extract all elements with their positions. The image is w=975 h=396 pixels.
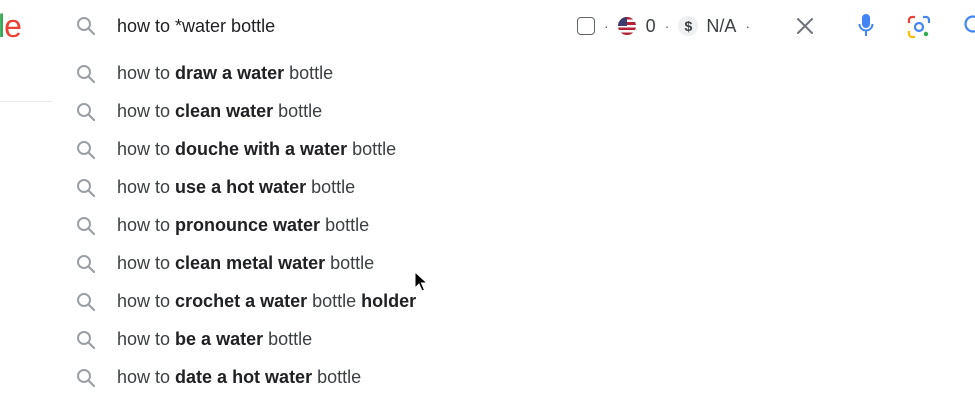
search-volume-count: 0: [645, 15, 656, 36]
search-icon: [76, 178, 96, 198]
suggestion-item[interactable]: how to be a water bottle: [52, 320, 975, 358]
logo-letter-e: e: [4, 8, 22, 44]
search-icon: [76, 292, 96, 312]
suggestion-item[interactable]: how to date a hot water bottle: [52, 358, 975, 396]
suggestion-item[interactable]: how to clean water bottle: [52, 92, 975, 130]
separator-dot: ·: [664, 18, 670, 34]
suggestion-text: how to clean water bottle: [117, 101, 323, 121]
suggestion-text: how to douche with a water bottle: [117, 139, 397, 159]
search-icon: [76, 140, 96, 160]
suggestion-text: how to use a hot water bottle: [117, 177, 356, 197]
checkbox-icon[interactable]: [577, 17, 595, 35]
suggestion-text: how to clean metal water bottle: [117, 253, 375, 273]
search-icon: [76, 216, 96, 236]
suggestion-item[interactable]: how to douche with a water bottle: [52, 130, 975, 168]
us-flag-icon[interactable]: [617, 17, 636, 35]
suggestion-text: how to date a hot water bottle: [117, 367, 362, 387]
search-input[interactable]: how to *water bottle: [117, 14, 275, 38]
suggestion-item[interactable]: how to clean metal water bottle: [52, 244, 975, 282]
clear-icon[interactable]: [796, 17, 814, 35]
suggestion-text: how to pronounce water bottle: [117, 215, 370, 235]
mouse-cursor-icon: [414, 270, 429, 298]
separator-dot: ·: [604, 18, 609, 34]
seo-extension-bar: · 0 · $ N/A ·: [577, 13, 759, 39]
suggestion-item[interactable]: how to draw a water bottle: [52, 54, 975, 92]
google-logo-fragment[interactable]: le: [0, 8, 22, 44]
header-divider: [0, 101, 52, 102]
suggestions-dropdown: how to draw a water bottle how to clean …: [52, 52, 975, 396]
suggestion-text: how to crochet a water bottle holder: [117, 291, 417, 311]
search-bar[interactable]: how to *water bottle · 0 · $ N/A ·: [52, 0, 975, 52]
search-icon: [76, 368, 96, 388]
search-icon: [76, 16, 96, 36]
suggestion-item[interactable]: how to pronounce water bottle: [52, 206, 975, 244]
search-icon: [76, 102, 96, 122]
microphone-icon[interactable]: [858, 13, 874, 39]
google-lens-icon[interactable]: [907, 15, 931, 39]
search-icon: [76, 330, 96, 350]
cpc-value: N/A: [706, 15, 737, 36]
search-icon: [76, 254, 96, 274]
suggestion-item[interactable]: how to use a hot water bottle: [52, 168, 975, 206]
separator-dot: ·: [745, 18, 751, 34]
suggestion-item[interactable]: how to crochet a water bottle holder: [52, 282, 975, 320]
dollar-icon: $: [678, 16, 699, 36]
search-submit-icon[interactable]: [961, 14, 975, 36]
suggestion-text: how to draw a water bottle: [117, 63, 334, 83]
search-icon: [76, 64, 96, 84]
suggestion-text: how to be a water bottle: [117, 329, 313, 349]
